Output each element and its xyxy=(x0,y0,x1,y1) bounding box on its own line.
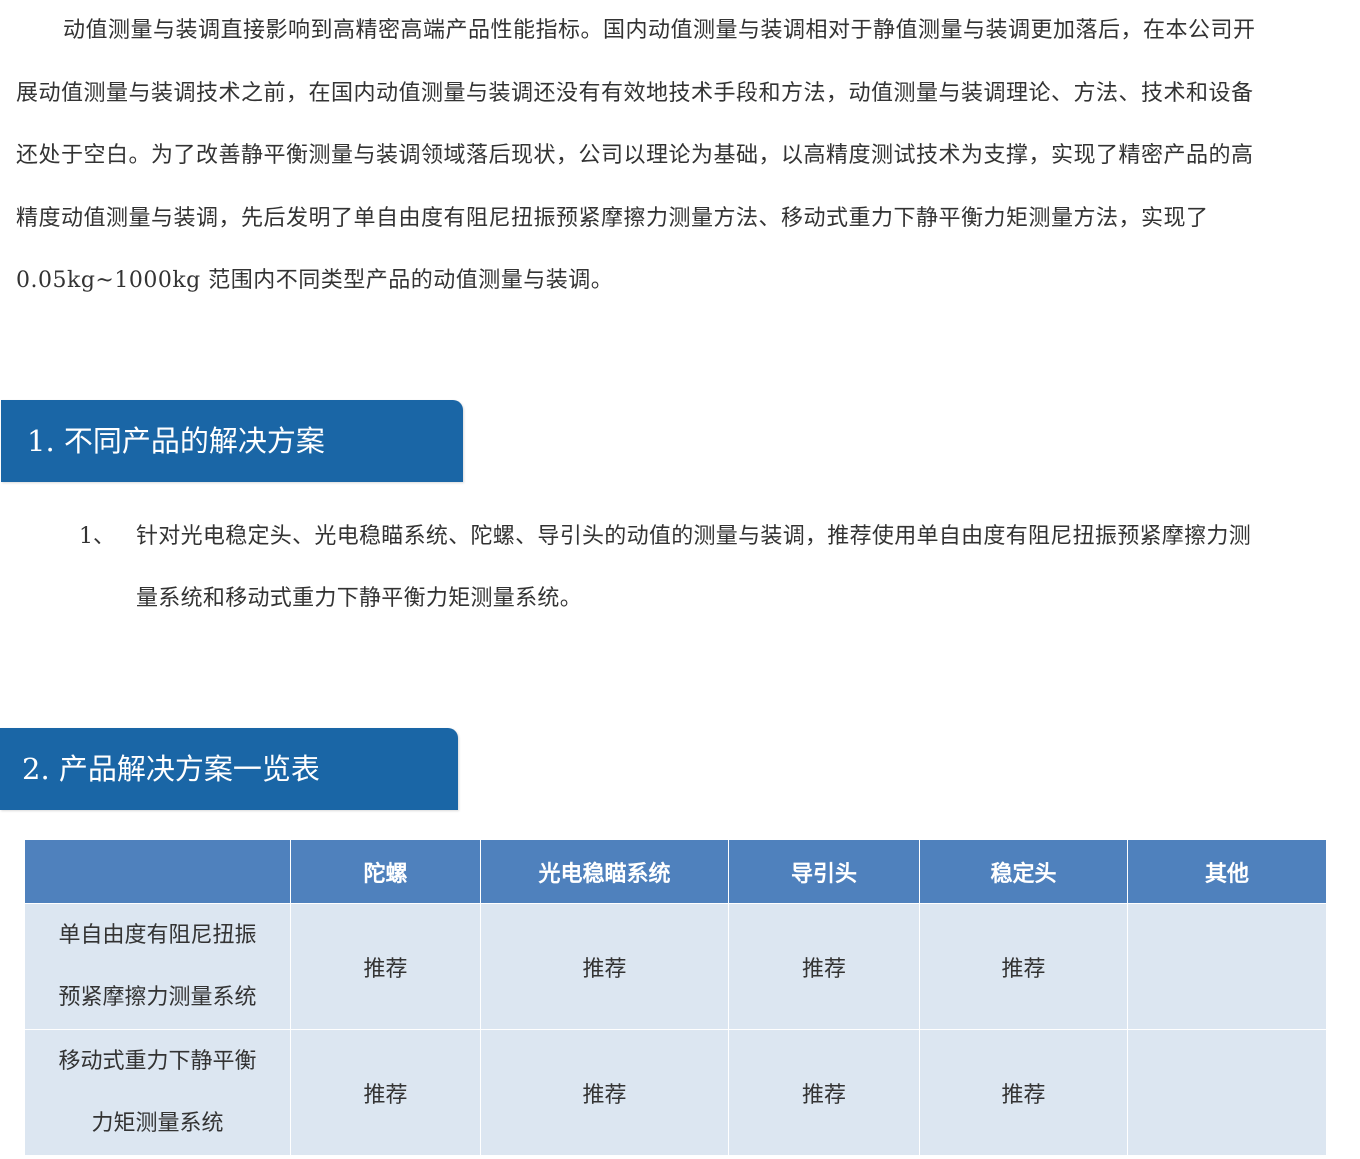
table-cell: 推荐 xyxy=(919,903,1128,1030)
list-item-text: 针对光电稳定头、光电稳瞄系统、陀螺、导引头的动值的测量与装调，推荐使用单自由度有… xyxy=(136,506,1351,630)
table-cell xyxy=(1127,903,1327,1030)
table-cell: 推荐 xyxy=(728,903,920,1030)
table-row-header: 移动式重力下静平衡 力矩测量系统 xyxy=(24,1029,291,1156)
intro-line: 0.05kg~1000kg 范围内不同类型产品的动值测量与装调。 xyxy=(16,268,614,293)
list-item-line: 量系统和移动式重力下静平衡力矩测量系统。 xyxy=(136,586,583,611)
table-row: 移动式重力下静平衡 力矩测量系统 推荐 推荐 推荐 推荐 xyxy=(24,1029,1327,1156)
section-heading-overview-table: 2. 产品解决方案一览表 xyxy=(0,728,458,810)
table-cell: 推荐 xyxy=(480,1029,729,1156)
intro-paragraph: 动值测量与装调直接影响到高精密高端产品性能指标。国内动值测量与装调相对于静值测量… xyxy=(16,0,1346,313)
table-cell: 推荐 xyxy=(728,1029,920,1156)
table-header-cell: 光电稳瞄系统 xyxy=(480,839,729,904)
intro-line: 还处于空白。为了改善静平衡测量与装调领域落后现状，公司以理论为基础，以高精度测试… xyxy=(16,143,1254,168)
table-header-row: 陀螺 光电稳瞄系统 导引头 稳定头 其他 xyxy=(24,839,1327,904)
row-header-line: 移动式重力下静平衡 xyxy=(58,1048,257,1074)
row-header-line: 单自由度有阻尼扭振 xyxy=(58,922,257,948)
table-cell: 推荐 xyxy=(919,1029,1128,1156)
list-item-line: 针对光电稳定头、光电稳瞄系统、陀螺、导引头的动值的测量与装调，推荐使用单自由度有… xyxy=(136,524,1252,549)
table-cell xyxy=(1127,1029,1327,1156)
table-row: 单自由度有阻尼扭振 预紧摩擦力测量系统 推荐 推荐 推荐 推荐 xyxy=(24,903,1327,1030)
intro-line: 展动值测量与装调技术之前，在国内动值测量与装调还没有有效地技术手段和方法，动值测… xyxy=(16,80,1254,106)
table-cell: 推荐 xyxy=(290,1029,481,1156)
intro-line: 精度动值测量与装调，先后发明了单自由度有阻尼扭振预紧摩擦力测量方法、移动式重力下… xyxy=(16,205,1209,231)
table-header-cell: 导引头 xyxy=(728,839,920,904)
row-header-line: 预紧摩擦力测量系统 xyxy=(58,984,257,1010)
table-header-cell: 稳定头 xyxy=(919,839,1128,904)
solutions-table: 陀螺 光电稳瞄系统 导引头 稳定头 其他 单自由度有阻尼扭振 预紧摩擦力测量系统… xyxy=(24,839,1327,1156)
list-item-number: 1、 xyxy=(79,524,115,549)
table-cell: 推荐 xyxy=(290,903,481,1030)
section-heading-solutions: 1. 不同产品的解决方案 xyxy=(1,400,463,482)
table-cell: 推荐 xyxy=(480,903,729,1030)
table-header-cell xyxy=(24,839,291,904)
table-row-header: 单自由度有阻尼扭振 预紧摩擦力测量系统 xyxy=(24,903,291,1030)
table-header-cell: 陀螺 xyxy=(290,839,481,904)
table-header-cell: 其他 xyxy=(1127,839,1327,904)
row-header-line: 力矩测量系统 xyxy=(91,1110,224,1136)
intro-line: 动值测量与装调直接影响到高精密高端产品性能指标。国内动值测量与装调相对于静值测量… xyxy=(63,18,1256,43)
